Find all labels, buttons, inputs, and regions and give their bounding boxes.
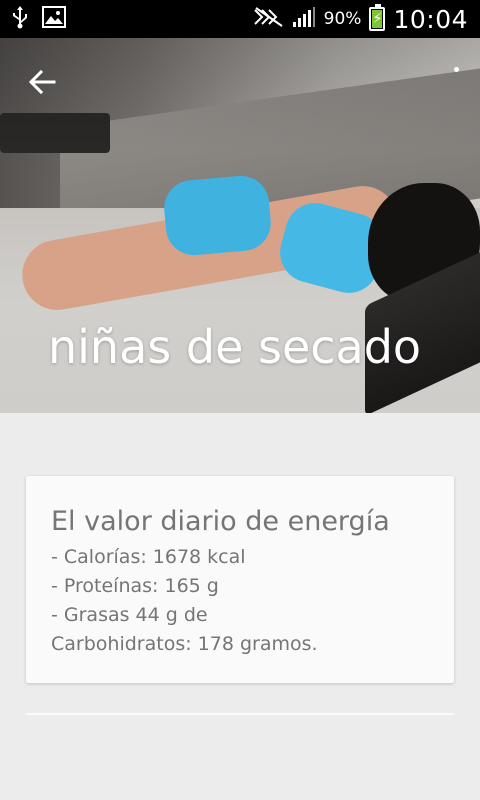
hero-image: niñas de secado xyxy=(0,38,480,413)
back-button[interactable] xyxy=(24,64,60,100)
overflow-menu-button[interactable] xyxy=(446,64,466,100)
divider xyxy=(26,713,454,715)
overflow-menu-icon-dot xyxy=(453,67,459,72)
status-right: 90% ⚡ 10:04 xyxy=(252,4,468,34)
usb-icon xyxy=(12,5,28,33)
card-title: El valor diario de energía xyxy=(51,506,390,537)
battery-charging-icon: ⚡ xyxy=(369,4,386,31)
image-icon xyxy=(42,6,66,32)
status-bar: 90% ⚡ 10:04 xyxy=(0,0,480,38)
calories-line: - Calorías: 1678 kcal xyxy=(51,546,246,568)
fat-line: - Grasas 44 g de xyxy=(51,604,208,626)
nutrition-card: El valor diario de energía - Calorías: 1… xyxy=(26,476,454,683)
protein-line: - Proteínas: 165 g xyxy=(51,575,219,597)
carbs-line: Carbohidratos: 178 gramos. xyxy=(51,633,318,655)
page-title: niñas de secado xyxy=(48,320,422,374)
signal-icon xyxy=(292,6,316,32)
no-sim-icon xyxy=(252,6,284,32)
battery-percent: 90% xyxy=(323,9,362,29)
status-left xyxy=(12,6,66,32)
charging-bolt-icon: ⚡ xyxy=(372,11,383,27)
arrow-back-icon xyxy=(28,69,56,95)
clock: 10:04 xyxy=(393,4,468,34)
